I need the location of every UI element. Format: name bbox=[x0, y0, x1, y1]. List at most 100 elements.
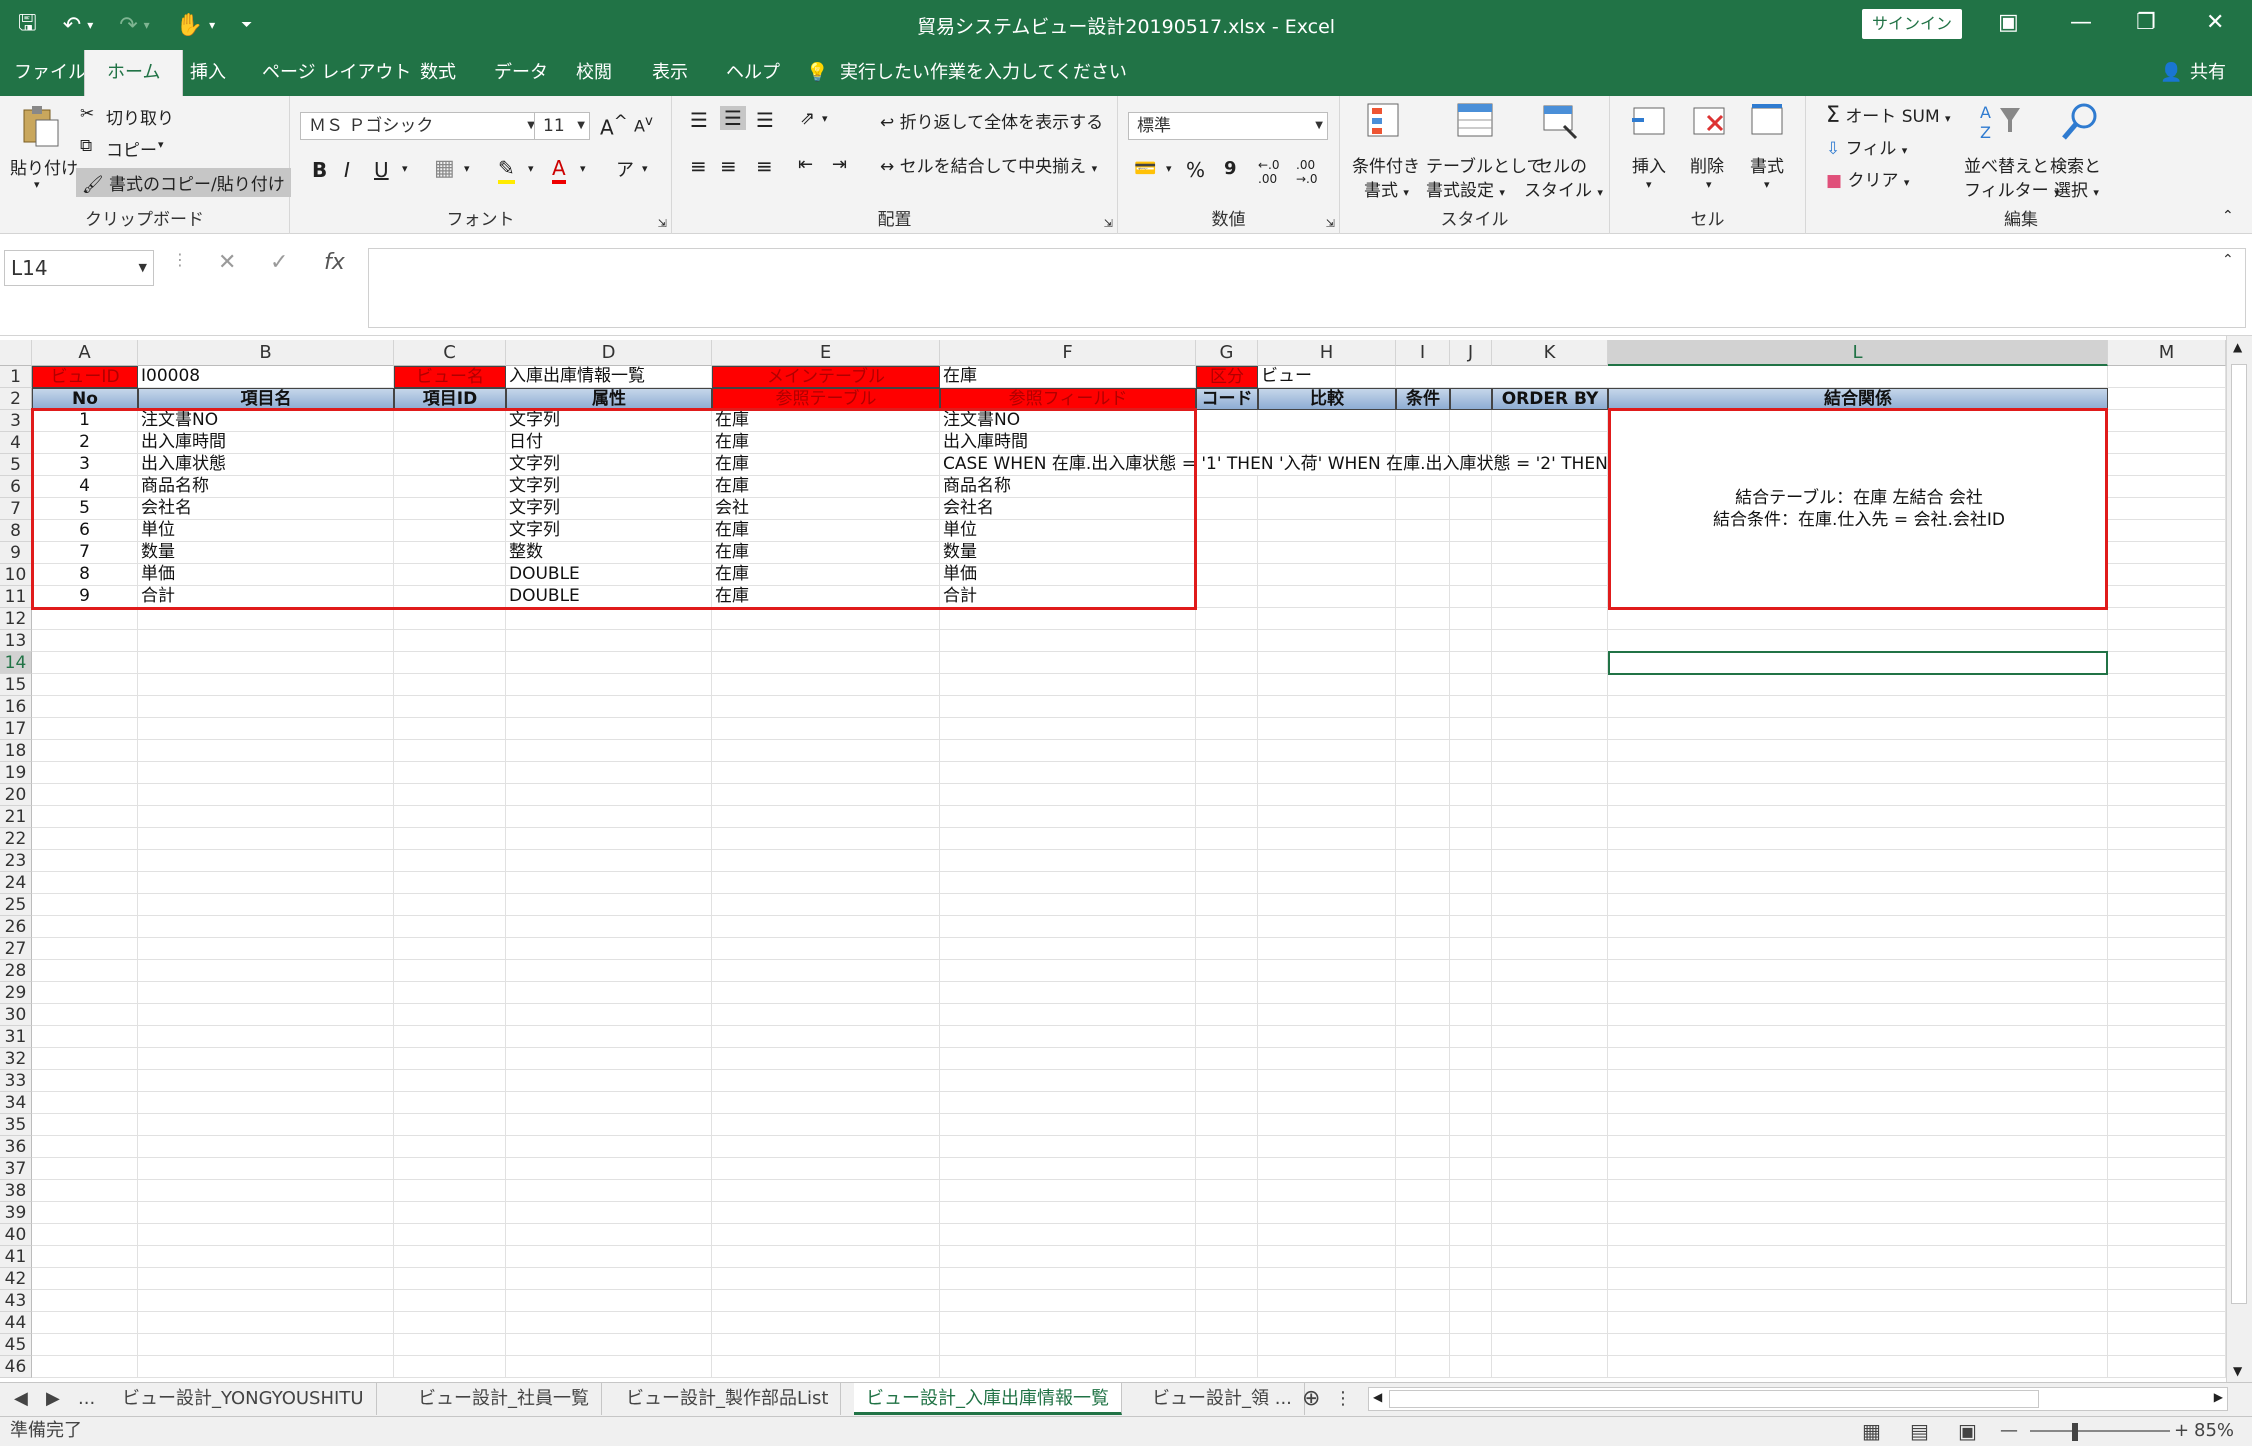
column-header-d[interactable]: D bbox=[506, 340, 712, 366]
cell-l34[interactable] bbox=[1608, 1092, 2108, 1114]
cell-e36[interactable] bbox=[712, 1136, 940, 1158]
cell-b19[interactable] bbox=[138, 762, 394, 784]
cell-m22[interactable] bbox=[2108, 828, 2226, 850]
row-header-27[interactable]: 27 bbox=[0, 938, 32, 960]
cell-d41[interactable] bbox=[506, 1246, 712, 1268]
cell-j4[interactable] bbox=[1450, 432, 1492, 454]
cell-k35[interactable] bbox=[1492, 1114, 1608, 1136]
cell-f38[interactable] bbox=[940, 1180, 1196, 1202]
cell-h18[interactable] bbox=[1258, 740, 1396, 762]
cell-k36[interactable] bbox=[1492, 1136, 1608, 1158]
cell-k12[interactable] bbox=[1492, 608, 1608, 630]
cell-a46[interactable] bbox=[32, 1356, 138, 1378]
insert-cells-icon[interactable] bbox=[1630, 102, 1670, 142]
align-bottom-icon[interactable]: ☰ bbox=[756, 108, 774, 132]
cell-m26[interactable] bbox=[2108, 916, 2226, 938]
cell-h39[interactable] bbox=[1258, 1202, 1396, 1224]
cell-j35[interactable] bbox=[1450, 1114, 1492, 1136]
orientation-icon[interactable]: ⇗ bbox=[800, 108, 815, 129]
view-name-value[interactable]: 入庫出庫情報一覧 bbox=[506, 366, 712, 388]
cell-d36[interactable] bbox=[506, 1136, 712, 1158]
cell-l20[interactable] bbox=[1608, 784, 2108, 806]
cancel-icon[interactable]: ✕ bbox=[218, 250, 236, 275]
cell-e43[interactable] bbox=[712, 1290, 940, 1312]
cell-e34[interactable] bbox=[712, 1092, 940, 1114]
cell-j20[interactable] bbox=[1450, 784, 1492, 806]
cell-m41[interactable] bbox=[2108, 1246, 2226, 1268]
cell-b46[interactable] bbox=[138, 1356, 394, 1378]
cell-b16[interactable] bbox=[138, 696, 394, 718]
cell-g25[interactable] bbox=[1196, 894, 1258, 916]
cell-h28[interactable] bbox=[1258, 960, 1396, 982]
cell-h12[interactable] bbox=[1258, 608, 1396, 630]
tab-review[interactable]: 校閲 bbox=[576, 50, 612, 96]
align-center-icon[interactable]: ≡ bbox=[720, 154, 737, 178]
tab-insert[interactable]: 挿入 bbox=[190, 50, 226, 96]
cell-l39[interactable] bbox=[1608, 1202, 2108, 1224]
row-header-33[interactable]: 33 bbox=[0, 1070, 32, 1092]
cell-b17[interactable] bbox=[138, 718, 394, 740]
cell-j31[interactable] bbox=[1450, 1026, 1492, 1048]
cell-m12[interactable] bbox=[2108, 608, 2226, 630]
sheet-tab-yongyoushitu[interactable]: ビュー設計_YONGYOUSHITU bbox=[110, 1383, 377, 1415]
cell-h4[interactable] bbox=[1258, 432, 1396, 454]
cell-d24[interactable] bbox=[506, 872, 712, 894]
cell-b30[interactable] bbox=[138, 1004, 394, 1026]
cell-m20[interactable] bbox=[2108, 784, 2226, 806]
cell-g22[interactable] bbox=[1196, 828, 1258, 850]
cell-f21[interactable] bbox=[940, 806, 1196, 828]
tell-me-search[interactable]: 実行したい作業を入力してください bbox=[840, 50, 1127, 96]
cell-j46[interactable] bbox=[1450, 1356, 1492, 1378]
cell-m42[interactable] bbox=[2108, 1268, 2226, 1290]
underline-button[interactable]: U bbox=[374, 158, 389, 182]
phonetic-icon[interactable]: ア bbox=[616, 156, 634, 182]
cell-c17[interactable] bbox=[394, 718, 506, 740]
cell-f34[interactable] bbox=[940, 1092, 1196, 1114]
tab-formulas[interactable]: 数式 bbox=[420, 50, 456, 96]
header-ref-field[interactable]: 参照フィールド bbox=[940, 388, 1196, 410]
cell-j21[interactable] bbox=[1450, 806, 1492, 828]
cell-e21[interactable] bbox=[712, 806, 940, 828]
cell-c21[interactable] bbox=[394, 806, 506, 828]
cell-a33[interactable] bbox=[32, 1070, 138, 1092]
cell-e16[interactable] bbox=[712, 696, 940, 718]
cell-d13[interactable] bbox=[506, 630, 712, 652]
row-header-8[interactable]: 8 bbox=[0, 520, 32, 542]
cell-k44[interactable] bbox=[1492, 1312, 1608, 1334]
find-select-label2[interactable]: 選択 ▾ bbox=[2054, 176, 2099, 201]
cell-l41[interactable] bbox=[1608, 1246, 2108, 1268]
cell-f28[interactable] bbox=[940, 960, 1196, 982]
column-header-g[interactable]: G bbox=[1196, 340, 1258, 366]
cell-g18[interactable] bbox=[1196, 740, 1258, 762]
header-item-id[interactable]: 項目ID bbox=[394, 388, 506, 410]
cell-c25[interactable] bbox=[394, 894, 506, 916]
cell-g40[interactable] bbox=[1196, 1224, 1258, 1246]
row-header-9[interactable]: 9 bbox=[0, 542, 32, 564]
cell-l22[interactable] bbox=[1608, 828, 2108, 850]
cell-k42[interactable] bbox=[1492, 1268, 1608, 1290]
cell-k31[interactable] bbox=[1492, 1026, 1608, 1048]
cell-d39[interactable] bbox=[506, 1202, 712, 1224]
cell-f33[interactable] bbox=[940, 1070, 1196, 1092]
cell-j24[interactable] bbox=[1450, 872, 1492, 894]
cell-m45[interactable] bbox=[2108, 1334, 2226, 1356]
cell-j28[interactable] bbox=[1450, 960, 1492, 982]
header-compare[interactable]: 比較 bbox=[1258, 388, 1396, 410]
cell-j26[interactable] bbox=[1450, 916, 1492, 938]
cell-e44[interactable] bbox=[712, 1312, 940, 1334]
row-header-15[interactable]: 15 bbox=[0, 674, 32, 696]
border-dropdown-icon[interactable]: ▾ bbox=[464, 162, 470, 175]
cell-m39[interactable] bbox=[2108, 1202, 2226, 1224]
cell-h15[interactable] bbox=[1258, 674, 1396, 696]
kind-value[interactable]: ビュー bbox=[1258, 366, 1396, 388]
view-id-value[interactable]: I00008 bbox=[138, 366, 394, 388]
cell-g33[interactable] bbox=[1196, 1070, 1258, 1092]
cell-k20[interactable] bbox=[1492, 784, 1608, 806]
maximize-icon[interactable]: ❐ bbox=[2136, 10, 2156, 35]
cell-k33[interactable] bbox=[1492, 1070, 1608, 1092]
cell-c38[interactable] bbox=[394, 1180, 506, 1202]
row-header-7[interactable]: 7 bbox=[0, 498, 32, 520]
font-dialog-launcher-icon[interactable]: ⇲ bbox=[658, 217, 667, 230]
cell-m27[interactable] bbox=[2108, 938, 2226, 960]
decrease-font-icon[interactable]: Av bbox=[634, 114, 653, 135]
